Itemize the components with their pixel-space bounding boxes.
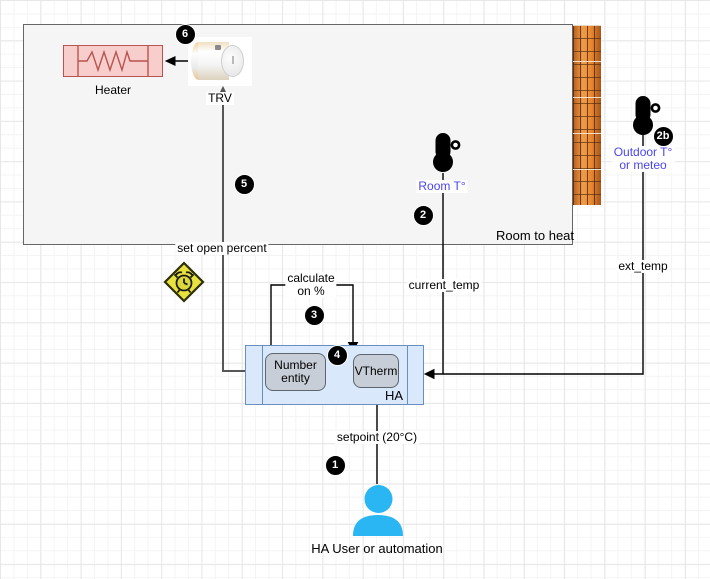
heater-label: Heater — [93, 84, 133, 97]
alarm-diamond-icon — [163, 261, 205, 303]
ext-temp-label: ext_temp — [616, 260, 669, 273]
diagram-canvas: Room to heat — [0, 0, 710, 579]
set-open-percent-label: set open percent — [175, 242, 268, 255]
outdoor-sensor-label-line1: Outdoor T° — [614, 145, 673, 159]
outdoor-sensor-label: Outdoor T° or meteo — [612, 146, 675, 172]
trv-dial-mark — [232, 56, 234, 64]
ha-right-bar — [407, 346, 408, 404]
room-thermometer-icon — [430, 133, 461, 175]
trv-image — [188, 37, 252, 86]
person-icon — [352, 485, 404, 537]
vtherm-node: VTherm — [353, 354, 399, 388]
outdoor-sensor-label-line2: or meteo — [619, 158, 666, 172]
room-sensor-label: Room T° — [416, 180, 467, 193]
trv-label: TRV — [206, 92, 234, 105]
brick-wall-image — [573, 25, 601, 205]
trv-display — [215, 45, 221, 50]
heater-shape — [63, 45, 163, 77]
step-badge-6: 6 — [175, 24, 196, 45]
step-badge-1: 1 — [325, 455, 346, 476]
calculate-label-line2: on % — [297, 284, 324, 298]
heater-resistor-icon — [64, 46, 162, 76]
room-to-heat-label: Room to heat — [494, 229, 576, 242]
calculate-label-line1: calculate — [287, 271, 334, 285]
ha-left-bar — [262, 346, 263, 404]
user-label: HA User or automation — [309, 542, 445, 555]
step-badge-2: 2 — [413, 205, 434, 226]
step-badge-3: 3 — [304, 305, 325, 326]
current-temp-label: current_temp — [407, 279, 482, 292]
calculate-on-percent-label: calculate on % — [285, 272, 336, 298]
step-badge-4: 4 — [327, 345, 348, 366]
step-badge-5: 5 — [234, 174, 255, 195]
step-badge-2b: 2b — [653, 126, 674, 147]
number-entity-node: Number entity — [265, 353, 326, 391]
setpoint-label: setpoint (20°C) — [335, 431, 419, 444]
ha-label: HA — [383, 389, 405, 402]
